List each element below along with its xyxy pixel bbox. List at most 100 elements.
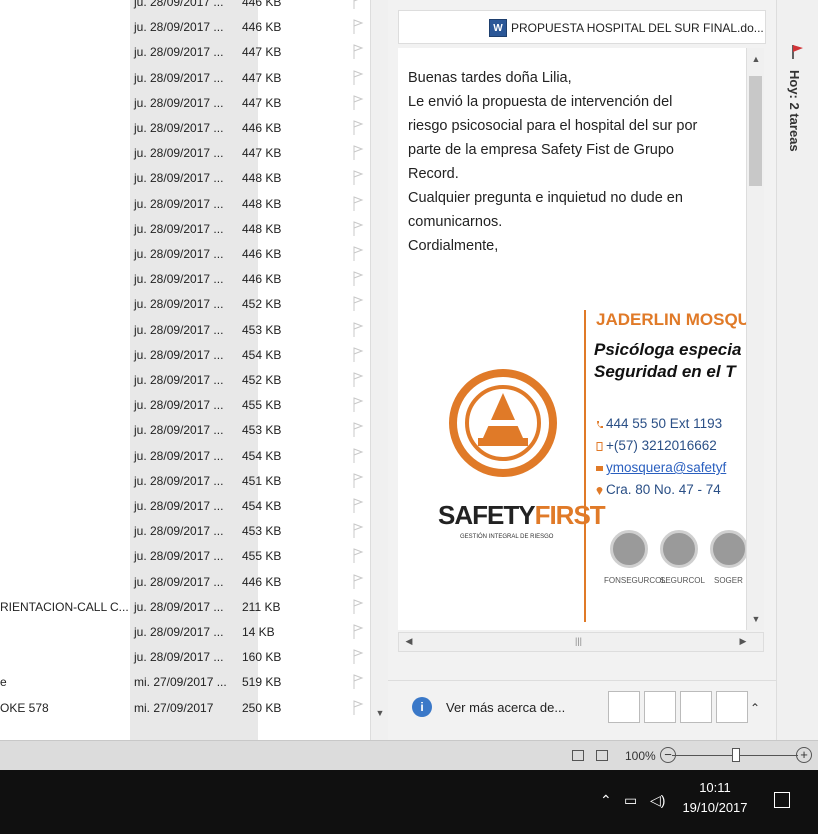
chevron-up-icon[interactable]: ⌃ [600,792,612,809]
flag-icon[interactable] [352,19,364,35]
flag-icon[interactable] [352,548,364,564]
message-date: ju. 28/09/2017 ... [134,499,224,513]
message-row[interactable]: OKE 578 mi. 27/09/2017 250 KB [0,697,370,720]
message-row[interactable]: ju. 28/09/2017 ... 446 KB [0,268,370,291]
chevron-up-icon[interactable]: ⌃ [750,701,760,715]
scroll-grip-icon[interactable]: ||| [575,636,582,646]
message-row[interactable]: ju. 28/09/2017 ... 454 KB [0,445,370,468]
message-date: mi. 27/09/2017 ... [134,675,227,690]
windows-taskbar: ⌃ ▭ ◁) 10:11 19/10/2017 [0,770,818,834]
scroll-thumb[interactable] [749,76,762,186]
message-row[interactable]: ju. 28/09/2017 ... 446 KB [0,16,370,39]
contact-avatar[interactable] [644,691,676,723]
flag-icon[interactable] [352,195,364,212]
flag-icon[interactable] [352,372,364,388]
flag-icon[interactable] [352,674,364,690]
flag-icon[interactable] [352,271,364,287]
flag-icon[interactable] [352,69,364,86]
scroll-up-icon[interactable]: ▲ [750,54,762,66]
message-date: ju. 28/09/2017 ... [134,423,224,438]
flag-icon[interactable] [352,422,364,438]
flag-icon[interactable] [352,699,364,716]
message-row[interactable]: ju. 28/09/2017 ... 455 KB [0,394,370,417]
flag-icon[interactable] [352,44,364,60]
message-row[interactable]: ju. 28/09/2017 ... 447 KB [0,41,370,64]
flag-icon[interactable] [352,321,364,338]
reading-pane-vscrollbar[interactable]: ▲ ▼ [746,48,764,630]
message-row[interactable]: ju. 28/09/2017 ... 452 KB [0,293,370,316]
message-row[interactable]: ju. 28/09/2017 ... 447 KB [0,142,370,165]
segurcol-logo [660,530,698,568]
message-row[interactable]: ju. 28/09/2017 ... 448 KB [0,218,370,241]
message-row[interactable]: ju. 28/09/2017 ... 455 KB [0,545,370,568]
message-row[interactable]: ju. 28/09/2017 ... 14 KB [0,621,370,644]
reading-pane-hscrollbar[interactable]: ◀ ||| ▶ [398,632,764,652]
flag-icon[interactable] [352,246,364,262]
system-clock[interactable]: 10:11 19/10/2017 [680,778,750,818]
scroll-left-icon[interactable]: ◀ [403,636,415,648]
message-row[interactable]: ju. 28/09/2017 ... 454 KB [0,344,370,367]
message-row[interactable]: ju. 28/09/2017 ... 448 KB [0,167,370,190]
flag-icon[interactable] [352,498,364,514]
flag-icon[interactable] [352,347,364,363]
flag-icon[interactable] [352,120,364,136]
flag-icon[interactable] [352,296,364,312]
message-size: 250 KB [242,700,282,715]
message-row[interactable]: e mi. 27/09/2017 ... 519 KB [0,671,370,694]
zoom-slider-knob[interactable] [732,748,740,762]
message-row[interactable]: ju. 28/09/2017 ... 453 KB [0,419,370,442]
message-row[interactable]: ju. 28/09/2017 ... 447 KB [0,92,370,115]
message-row[interactable]: ju. 28/09/2017 ... 446 KB [0,243,370,266]
notification-icon[interactable] [774,792,790,808]
message-list-scrollbar[interactable]: ▼ [370,0,388,740]
message-row[interactable]: ju. 28/09/2017 ... 452 KB [0,369,370,392]
volume-icon[interactable]: ◁) [650,792,665,809]
message-row[interactable]: ju. 28/09/2017 ... 446 KB [0,117,370,140]
message-row[interactable]: ju. 28/09/2017 ... 448 KB [0,193,370,216]
message-size: 448 KB [242,171,282,186]
flag-icon[interactable] [352,649,364,665]
message-row[interactable]: ju. 28/09/2017 ... 454 KB [0,495,370,518]
message-row[interactable]: ju. 28/09/2017 ... 453 KB [0,520,370,543]
soger-logo [710,530,748,568]
flag-icon[interactable] [352,170,364,186]
attachment-name[interactable]: PROPUESTA HOSPITAL DEL SUR FINAL.do... [511,21,764,35]
scroll-down-icon[interactable]: ▼ [750,614,762,626]
flag-icon[interactable] [352,473,364,489]
message-row[interactable]: ju. 28/09/2017 ... 451 KB [0,470,370,493]
network-icon[interactable]: ▭ [624,792,637,809]
flag-icon[interactable] [352,599,364,615]
message-size: 452 KB [242,297,282,312]
message-row[interactable]: ju. 28/09/2017 ... 446 KB [0,0,370,14]
todo-label: Hoy: 2 tareas [787,70,802,152]
flag-icon[interactable] [352,95,364,111]
scroll-down-icon[interactable]: ▼ [374,708,386,722]
reading-view-icon[interactable] [596,750,608,761]
contact-avatar[interactable] [716,691,748,723]
message-row[interactable]: ju. 28/09/2017 ... 453 KB [0,319,370,342]
zoom-in-icon[interactable]: + [796,747,812,763]
flag-icon[interactable] [352,397,364,413]
flag-icon[interactable] [352,624,364,640]
see-more-link[interactable]: Ver más acerca de... [446,700,565,715]
scroll-right-icon[interactable]: ▶ [737,636,749,648]
info-icon[interactable]: i [412,697,432,717]
message-row[interactable]: ju. 28/09/2017 ... 160 KB [0,646,370,669]
flag-icon[interactable] [352,523,364,539]
message-date: ju. 28/09/2017 ... [134,171,224,186]
message-date: ju. 28/09/2017 ... [134,0,224,9]
contact-avatar[interactable] [680,691,712,723]
flag-icon[interactable] [352,145,364,161]
flag-icon[interactable] [352,573,364,590]
message-row[interactable]: RIENTACION-CALL C... ju. 28/09/2017 ... 21… [0,596,370,619]
attachment-bar[interactable]: W PROPUESTA HOSPITAL DEL SUR FINAL.do... [398,10,766,44]
flag-icon[interactable] [352,447,364,464]
flag-icon[interactable] [352,0,364,10]
message-row[interactable]: ju. 28/09/2017 ... 446 KB [0,571,370,594]
normal-view-icon[interactable] [572,750,584,761]
contact-avatar[interactable] [608,691,640,723]
todo-bar[interactable]: Hoy: 2 tareas [776,0,818,740]
flag-icon[interactable] [352,221,364,237]
message-row[interactable]: ju. 28/09/2017 ... 447 KB [0,67,370,90]
signature-email[interactable]: ymosquera@safetyf [606,460,726,475]
